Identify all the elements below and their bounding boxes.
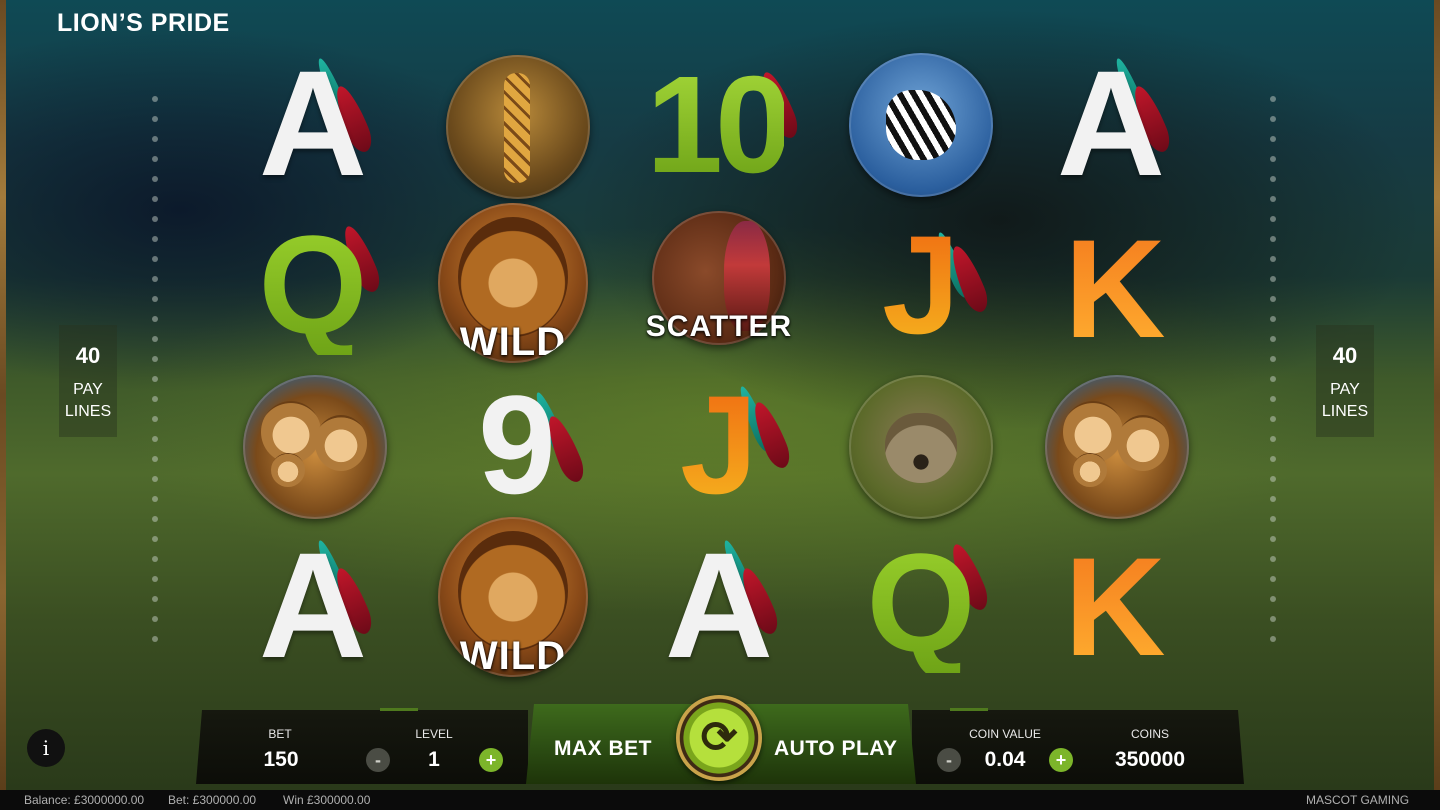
paylines-indicator-left: 40 PAY LINES (59, 325, 117, 437)
paylines-indicator-right: 40 PAY LINES (1316, 325, 1374, 437)
symbol-wild[interactable]: WILD (438, 203, 588, 363)
bet-label: BET (268, 727, 292, 741)
paylines-label-2: LINES (64, 403, 112, 420)
paylines-label-1: PAY (73, 381, 103, 398)
symbol-a: A (644, 530, 794, 680)
game-title: LION’S PRIDE (57, 9, 230, 37)
auto-play-button[interactable]: AUTO PLAY (774, 737, 898, 761)
info-button[interactable]: i (27, 729, 65, 767)
balance-text: Balance: £3000000.00 (24, 793, 145, 807)
payline-dots-right (1268, 96, 1278, 656)
symbol-scatter[interactable]: SCATTER (644, 208, 794, 358)
symbol-lion-family (1042, 372, 1192, 522)
zebra-icon (849, 53, 993, 197)
win-text: Win £300000.00 (283, 793, 371, 807)
symbol-hyena (846, 372, 996, 522)
bet-panel (196, 710, 528, 784)
spin-icon: ⟳ (700, 713, 738, 762)
coins-value: 350000 (1114, 748, 1186, 771)
coin-value-decrease-button[interactable]: - (937, 748, 961, 772)
lion-family-icon (243, 375, 387, 519)
status-bar: Balance: £3000000.00 Bet: £300000.00 Win… (0, 790, 1440, 810)
lion-family-icon (1045, 375, 1189, 519)
frame-right (1434, 0, 1440, 790)
wild-label: WILD (459, 634, 567, 677)
frame-left (0, 0, 6, 790)
coin-value-label: COIN VALUE (969, 727, 1041, 741)
symbol-j: J (846, 210, 996, 360)
spin-button[interactable]: ⟳ (676, 695, 762, 781)
level-increase-button[interactable]: + (479, 748, 503, 772)
lion-wild-icon: WILD (438, 203, 588, 363)
symbol-q: Q (846, 528, 996, 678)
bet-value: 150 (263, 748, 299, 771)
symbol-nine: 9 (442, 370, 592, 520)
symbol-a: A (238, 48, 388, 198)
paylines-label-2: LINES (1321, 403, 1369, 420)
total-bet-text: Bet: £300000.00 (168, 793, 257, 807)
level-decrease-button[interactable]: - (366, 748, 390, 772)
symbol-q: Q (238, 210, 388, 360)
hyena-icon (849, 375, 993, 519)
wild-label: WILD (459, 320, 567, 363)
paylines-count: 40 (75, 343, 101, 368)
coin-panel (912, 710, 1244, 784)
coin-value-increase-button[interactable]: + (1049, 748, 1073, 772)
symbol-k: K (1064, 528, 1166, 685)
paylines-count: 40 (1332, 343, 1358, 368)
paylines-label-1: PAY (1330, 381, 1360, 398)
symbol-a: A (238, 530, 388, 680)
symbol-giraffe (443, 52, 593, 202)
symbol-lion-family (240, 372, 390, 522)
giraffe-icon (446, 55, 590, 199)
payline-dots-left (150, 96, 160, 656)
symbol-k: K (1064, 210, 1166, 367)
symbol-wild[interactable]: WILD (438, 517, 588, 677)
symbol-zebra (846, 50, 996, 200)
brand-text: MASCOT GAMING (1306, 793, 1410, 807)
coin-value: 0.04 (984, 748, 1026, 771)
symbol-a: A (1036, 48, 1186, 198)
lion-wild-icon: WILD (438, 517, 588, 677)
coins-label: COINS (1130, 727, 1169, 741)
scatter-label: SCATTER (645, 310, 793, 343)
symbol-ten: 10 (640, 50, 803, 200)
symbol-j: J (644, 370, 795, 520)
level-label: LEVEL (415, 727, 453, 741)
max-bet-button[interactable]: MAX BET (554, 737, 652, 761)
level-value: 1 (428, 748, 440, 771)
